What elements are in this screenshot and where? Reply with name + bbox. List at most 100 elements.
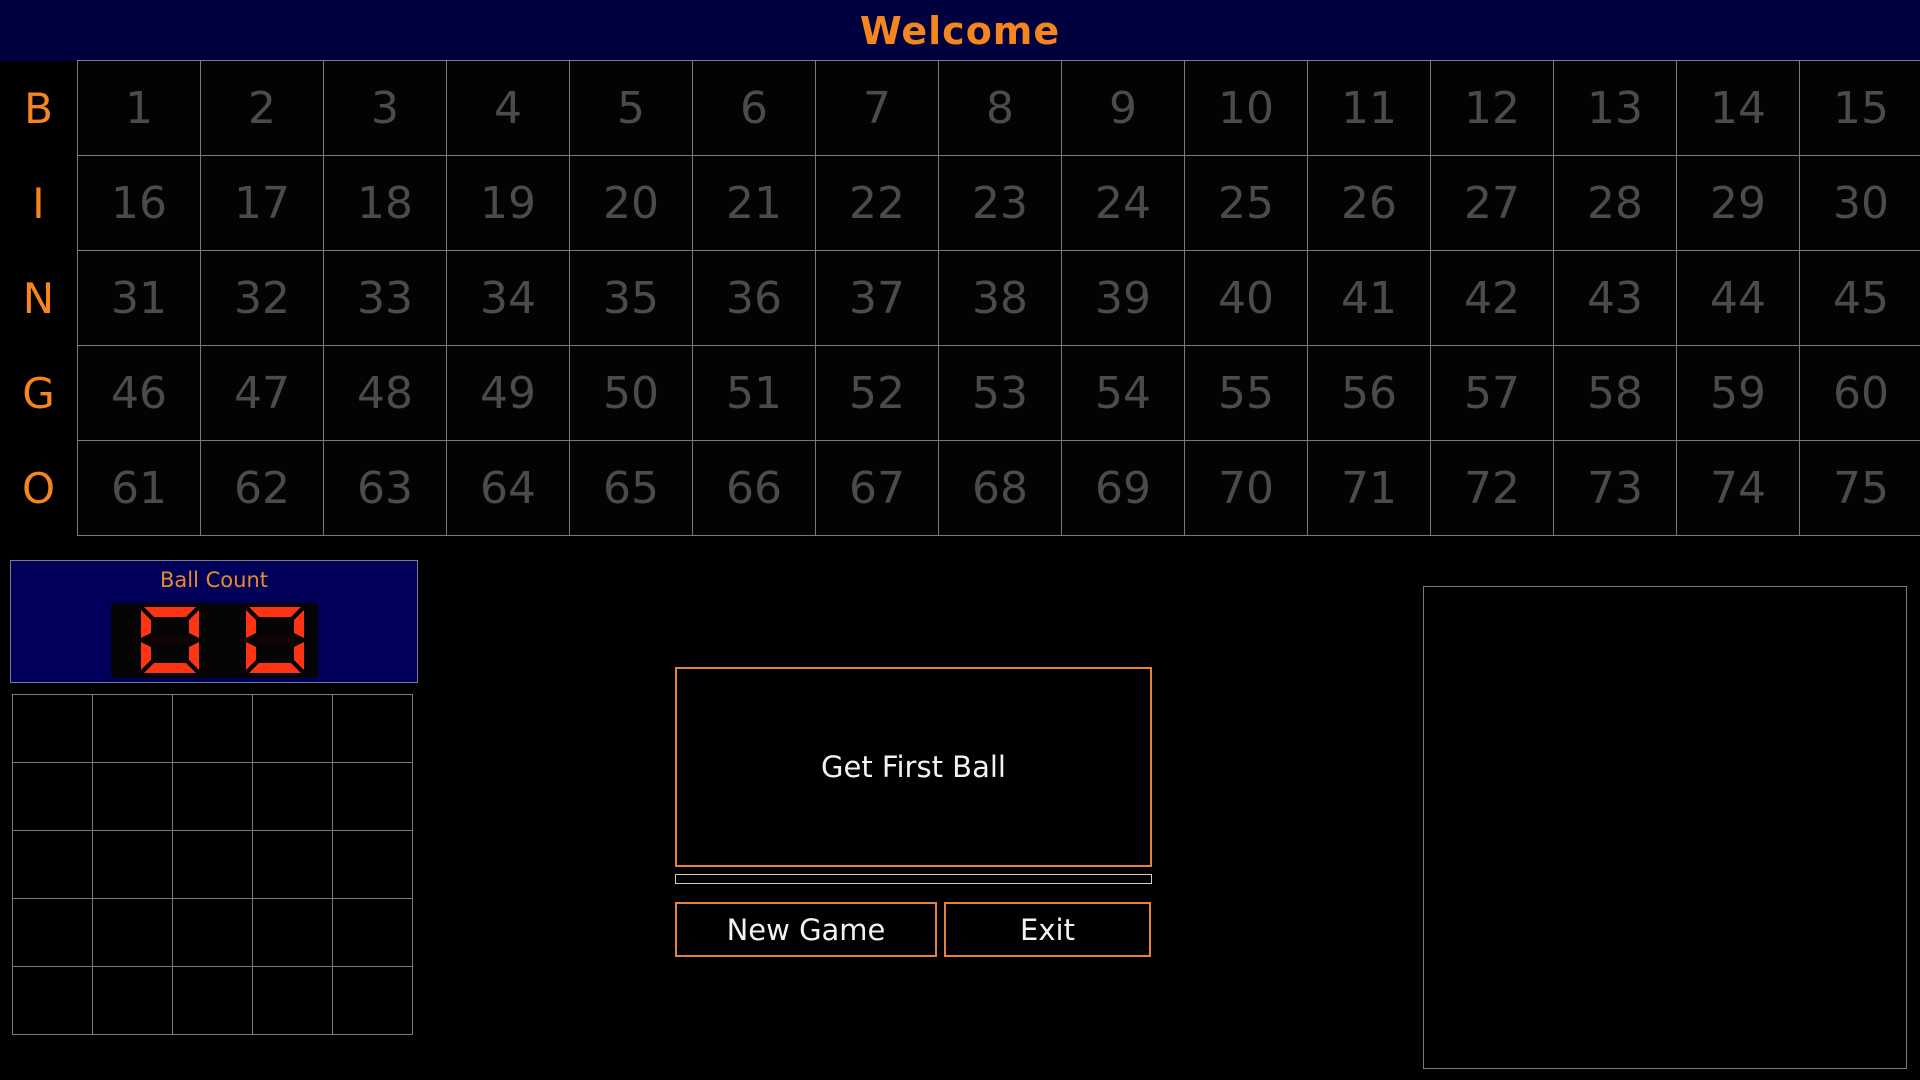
board-number-cell: 2 bbox=[200, 60, 324, 156]
board-number-cell: 45 bbox=[1799, 250, 1920, 346]
card-cell[interactable] bbox=[332, 694, 413, 763]
card-cell[interactable] bbox=[12, 898, 93, 967]
board-number-cell: 19 bbox=[446, 155, 570, 251]
board-number-cell: 33 bbox=[323, 250, 447, 346]
board-number-cell: 68 bbox=[938, 440, 1062, 536]
board-number-cell: 60 bbox=[1799, 345, 1920, 441]
board-number-cell: 23 bbox=[938, 155, 1062, 251]
board-number-cell: 46 bbox=[77, 345, 201, 441]
ball-count-display bbox=[111, 603, 318, 678]
board-number-cell: 37 bbox=[815, 250, 939, 346]
card-cell[interactable] bbox=[92, 898, 173, 967]
card-cell[interactable] bbox=[92, 694, 173, 763]
card-cell[interactable] bbox=[12, 762, 93, 831]
board-row-b: B 1 2 3 4 5 6 7 8 9 10 11 12 13 14 15 bbox=[0, 60, 1920, 156]
card-cell[interactable] bbox=[332, 898, 413, 967]
card-cell[interactable] bbox=[332, 966, 413, 1035]
card-cell[interactable] bbox=[92, 762, 173, 831]
card-cell[interactable] bbox=[172, 966, 253, 1035]
card-cell[interactable] bbox=[172, 830, 253, 899]
board-number-cell: 58 bbox=[1553, 345, 1677, 441]
board-number-cell: 67 bbox=[815, 440, 939, 536]
board-number-cell: 66 bbox=[692, 440, 816, 536]
board-number-cell: 9 bbox=[1061, 60, 1185, 156]
segment bbox=[294, 642, 304, 670]
board-number-cell: 69 bbox=[1061, 440, 1185, 536]
board-number-cell: 63 bbox=[323, 440, 447, 536]
board-number-cell: 54 bbox=[1061, 345, 1185, 441]
board-number-cell: 48 bbox=[323, 345, 447, 441]
board-number-cell: 28 bbox=[1553, 155, 1677, 251]
card-cell[interactable] bbox=[12, 694, 93, 763]
card-cell[interactable] bbox=[92, 966, 173, 1035]
get-first-ball-button[interactable]: Get First Ball bbox=[675, 667, 1152, 867]
new-game-button[interactable]: New Game bbox=[675, 902, 937, 957]
get-first-ball-label: Get First Ball bbox=[821, 750, 1006, 784]
board-number-cell: 52 bbox=[815, 345, 939, 441]
row-letter: I bbox=[32, 179, 45, 228]
segment bbox=[189, 642, 199, 670]
board-number-cell: 12 bbox=[1430, 60, 1554, 156]
card-cell[interactable] bbox=[172, 762, 253, 831]
ball-count-panel: Ball Count bbox=[10, 560, 418, 683]
segment bbox=[249, 607, 301, 617]
board-number-cell: 62 bbox=[200, 440, 324, 536]
board-number-cell: 26 bbox=[1307, 155, 1431, 251]
board-number-cell: 27 bbox=[1430, 155, 1554, 251]
card-cell[interactable] bbox=[252, 966, 333, 1035]
row-letter: O bbox=[21, 464, 56, 513]
board-number-cell: 51 bbox=[692, 345, 816, 441]
board-number-cell: 22 bbox=[815, 155, 939, 251]
segment bbox=[147, 635, 193, 645]
called-numbers-board: B 1 2 3 4 5 6 7 8 9 10 11 12 13 14 15 I 16 17 18 19 20 21 22 23 2… bbox=[0, 60, 1920, 536]
board-number-cell: 53 bbox=[938, 345, 1062, 441]
card-cell[interactable] bbox=[172, 898, 253, 967]
card-cell[interactable] bbox=[172, 694, 253, 763]
board-number-cell: 55 bbox=[1184, 345, 1308, 441]
board-number-cell: 32 bbox=[200, 250, 324, 346]
board-number-cell: 17 bbox=[200, 155, 324, 251]
board-number-cell: 1 bbox=[77, 60, 201, 156]
board-row-g: G 46 47 48 49 50 51 52 53 54 55 56 57 58 59 60 bbox=[0, 345, 1920, 441]
card-cell[interactable] bbox=[332, 762, 413, 831]
card-cell[interactable] bbox=[12, 966, 93, 1035]
board-row-i: I 16 17 18 19 20 21 22 23 24 25 26 27 28 29 30 bbox=[0, 155, 1920, 251]
board-number-cell: 16 bbox=[77, 155, 201, 251]
segment bbox=[144, 663, 196, 673]
board-number-cell: 65 bbox=[569, 440, 693, 536]
segment bbox=[141, 642, 151, 670]
board-number-cell: 5 bbox=[569, 60, 693, 156]
card-cell[interactable] bbox=[252, 898, 333, 967]
board-number-cell: 50 bbox=[569, 345, 693, 441]
exit-label: Exit bbox=[1020, 912, 1075, 947]
board-number-cell: 61 bbox=[77, 440, 201, 536]
board-number-cell: 56 bbox=[1307, 345, 1431, 441]
board-number-cell: 49 bbox=[446, 345, 570, 441]
segment bbox=[246, 610, 256, 638]
card-cell[interactable] bbox=[252, 762, 333, 831]
card-cell[interactable] bbox=[252, 694, 333, 763]
board-number-cell: 31 bbox=[77, 250, 201, 346]
board-row-o: O 61 62 63 64 65 66 67 68 69 70 71 72 73 74 75 bbox=[0, 440, 1920, 536]
board-row-n: N 31 32 33 34 35 36 37 38 39 40 41 42 43 44 45 bbox=[0, 250, 1920, 346]
segment bbox=[249, 663, 301, 673]
ball-count-label: Ball Count bbox=[160, 568, 268, 592]
board-number-cell: 7 bbox=[815, 60, 939, 156]
card-cell[interactable] bbox=[12, 830, 93, 899]
board-number-cell: 44 bbox=[1676, 250, 1800, 346]
board-number-cell: 18 bbox=[323, 155, 447, 251]
board-number-cell: 39 bbox=[1061, 250, 1185, 346]
board-number-cell: 14 bbox=[1676, 60, 1800, 156]
board-number-cell: 70 bbox=[1184, 440, 1308, 536]
board-number-cell: 6 bbox=[692, 60, 816, 156]
card-cell[interactable] bbox=[92, 830, 173, 899]
row-letter: B bbox=[24, 84, 53, 133]
exit-button[interactable]: Exit bbox=[944, 902, 1151, 957]
board-number-cell: 38 bbox=[938, 250, 1062, 346]
page-title: Welcome bbox=[859, 8, 1061, 53]
card-cell[interactable] bbox=[252, 830, 333, 899]
board-number-cell: 35 bbox=[569, 250, 693, 346]
new-game-label: New Game bbox=[726, 912, 886, 947]
board-number-cell: 57 bbox=[1430, 345, 1554, 441]
card-cell[interactable] bbox=[332, 830, 413, 899]
